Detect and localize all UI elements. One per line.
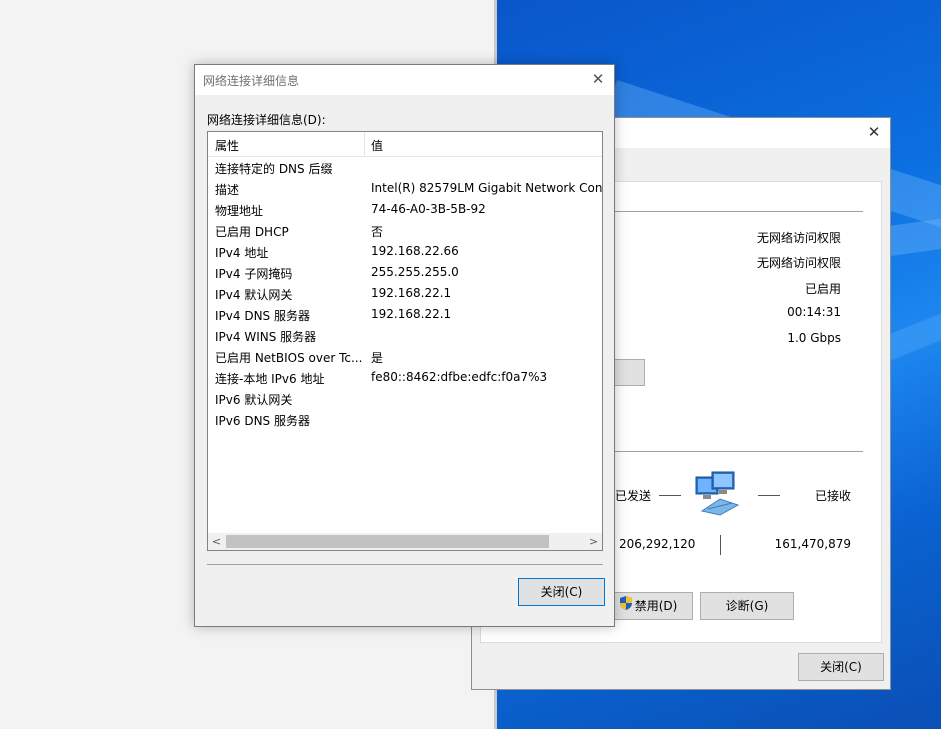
sent-label: 已发送 [615,489,652,503]
property-cell: 已启用 DHCP [215,225,289,239]
table-row[interactable]: 已启用 DHCP 否 [208,221,602,242]
value-cell: 192.168.22.1 [371,307,452,321]
table-row[interactable]: 已启用 NetBIOS over Tc... 是 [208,347,602,368]
property-cell: IPv6 默认网关 [215,393,293,407]
value-cell: 192.168.22.1 [371,286,452,300]
scrollbar-thumb[interactable] [226,535,549,548]
property-cell: 连接-本地 IPv6 地址 [215,372,325,386]
ipv4-connectivity-value: 无网络访问权限 [756,231,841,245]
network-computers-icon [694,471,744,517]
table-row[interactable]: 物理地址 74-46-A0-3B-5B-92 [208,200,602,221]
bytes-divider [720,535,721,555]
uac-shield-icon [619,594,633,620]
speed-value: 1.0 Gbps [787,331,841,345]
disable-button[interactable]: 禁用(D) [603,592,693,620]
value-cell: 74-46-A0-3B-5B-92 [371,202,486,216]
column-divider[interactable] [364,132,365,156]
value-cell: Intel(R) 82579LM Gigabit Network Conn [371,181,603,195]
sent-line [659,495,681,496]
media-state-value: 已启用 [804,282,841,296]
table-row[interactable]: IPv4 DNS 服务器 192.168.22.1 [208,305,602,326]
ipv6-connectivity-value: 无网络访问权限 [756,256,841,270]
received-line [758,495,780,496]
property-cell: IPv4 WINS 服务器 [215,330,317,344]
details-titlebar[interactable]: 网络连接详细信息 ✕ [195,65,614,95]
property-cell: 物理地址 [215,204,264,218]
details-list-label: 网络连接详细信息(D): [207,113,326,127]
property-cell: IPv4 默认网关 [215,288,293,302]
diagnose-button[interactable]: 诊断(G) [700,592,794,620]
details-close-button[interactable]: 关闭(C) [518,578,605,606]
close-icon[interactable]: ✕ [590,71,606,87]
property-cell: 连接特定的 DNS 后缀 [215,162,333,176]
list-header: 属性 值 [208,132,602,157]
duration-value: 00:14:31 [787,305,841,319]
status-close-button[interactable]: 关闭(C) [798,653,884,681]
table-row[interactable]: IPv4 地址 192.168.22.66 [208,242,602,263]
close-icon[interactable]: ✕ [866,124,882,140]
value-cell: 否 [371,225,384,239]
property-cell: 已启用 NetBIOS over Tc... [215,351,363,365]
value-cell: fe80::8462:dfbe:edfc:f0a7%3 [371,370,548,384]
table-row[interactable]: IPv4 子网掩码 255.255.255.0 [208,263,602,284]
column-header-property[interactable]: 属性 [215,137,239,154]
scroll-left-arrow-icon[interactable]: < [208,533,225,550]
dialog-divider [207,564,603,565]
property-cell: IPv4 子网掩码 [215,267,293,281]
property-cell: IPv4 地址 [215,246,269,260]
details-rows: 连接特定的 DNS 后缀 描述 Intel(R) 82579LM Gigabit … [208,158,602,431]
value-cell: 192.168.22.66 [371,244,459,258]
column-header-value[interactable]: 值 [371,137,383,154]
table-row[interactable]: IPv4 默认网关 192.168.22.1 [208,284,602,305]
received-bytes: 161,470,879 [774,537,851,551]
table-row[interactable]: 描述 Intel(R) 82579LM Gigabit Network Conn [208,179,602,200]
value-cell: 255.255.255.0 [371,265,459,279]
property-cell: 描述 [215,183,240,197]
table-row[interactable]: IPv4 WINS 服务器 [208,326,602,347]
table-row[interactable]: IPv6 默认网关 [208,389,602,410]
table-row[interactable]: 连接-本地 IPv6 地址 fe80::8462:dfbe:edfc:f0a7%3 [208,368,602,389]
network-details-dialog[interactable]: 网络连接详细信息 ✕ 网络连接详细信息(D): 属性 值 连接特定的 DNS 后… [194,64,615,627]
property-cell: IPv6 DNS 服务器 [215,414,310,428]
property-cell: IPv4 DNS 服务器 [215,309,310,323]
disable-button-label: 禁用(D) [634,599,678,613]
received-label: 已接收 [814,489,851,503]
table-row[interactable]: 连接特定的 DNS 后缀 [208,158,602,179]
sent-bytes: 206,292,120 [619,537,696,551]
value-cell: 是 [371,351,384,365]
horizontal-scrollbar[interactable]: < > [208,533,602,550]
dialog-title: 网络连接详细信息 [203,74,300,88]
scroll-right-arrow-icon[interactable]: > [585,533,602,550]
table-row[interactable]: IPv6 DNS 服务器 [208,410,602,431]
details-listview[interactable]: 属性 值 连接特定的 DNS 后缀 描述 Intel(R) 82579LM Gig… [207,131,603,551]
